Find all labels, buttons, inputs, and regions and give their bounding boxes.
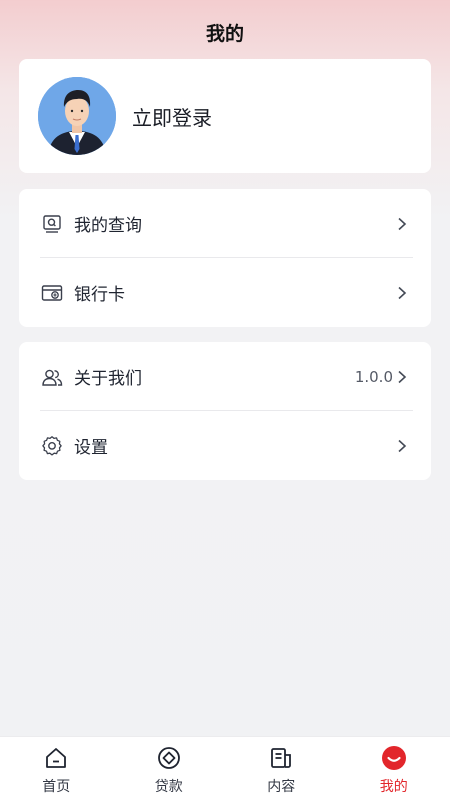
profile-icon <box>381 745 407 771</box>
user-avatar-icon <box>38 77 116 155</box>
menu-item-my-queries[interactable]: 我的查询 <box>19 189 431 258</box>
search-doc-icon <box>41 213 63 235</box>
menu-item-about-us[interactable]: 关于我们 1.0.0 <box>19 342 431 411</box>
tab-label: 贷款 <box>154 779 183 795</box>
avatar[interactable] <box>38 77 116 155</box>
chevron-right-icon <box>398 439 407 452</box>
menu-item-label: 关于我们 <box>74 369 142 389</box>
gear-icon <box>41 435 63 457</box>
menu-item-label: 我的查询 <box>74 216 142 236</box>
menu-item-settings[interactable]: 设置 <box>19 411 431 480</box>
top-header: 我的 <box>0 0 450 64</box>
tab-content[interactable]: 内容 <box>225 737 338 800</box>
tab-profile[interactable]: 我的 <box>338 737 450 800</box>
menu-item-label: 设置 <box>74 438 108 458</box>
loan-icon <box>156 745 182 771</box>
menu-item-bank-card[interactable]: 银行卡 <box>19 258 431 327</box>
tab-loan[interactable]: 贷款 <box>113 737 226 800</box>
tab-label: 首页 <box>42 779 71 795</box>
menu-group-app: 关于我们 1.0.0 设置 <box>19 342 431 480</box>
login-link[interactable]: 立即登录 <box>132 102 212 131</box>
tab-label: 内容 <box>267 779 296 795</box>
home-icon <box>43 745 69 771</box>
menu-group-query: 我的查询 银行卡 <box>19 189 431 327</box>
tab-label: 我的 <box>379 779 408 795</box>
profile-card[interactable]: 立即登录 <box>19 59 431 173</box>
page-title: 我的 <box>205 22 244 45</box>
bottom-tab-bar: 首页 贷款 内容 我的 <box>0 736 450 800</box>
bank-card-icon <box>41 282 63 304</box>
menu-item-label: 银行卡 <box>74 285 125 305</box>
content-icon <box>268 745 294 771</box>
version-value: 1.0.0 <box>354 367 393 386</box>
chevron-right-icon <box>398 217 407 230</box>
people-icon <box>41 366 63 388</box>
chevron-right-icon <box>398 286 407 299</box>
tab-home[interactable]: 首页 <box>0 737 113 800</box>
chevron-right-icon <box>398 370 407 383</box>
